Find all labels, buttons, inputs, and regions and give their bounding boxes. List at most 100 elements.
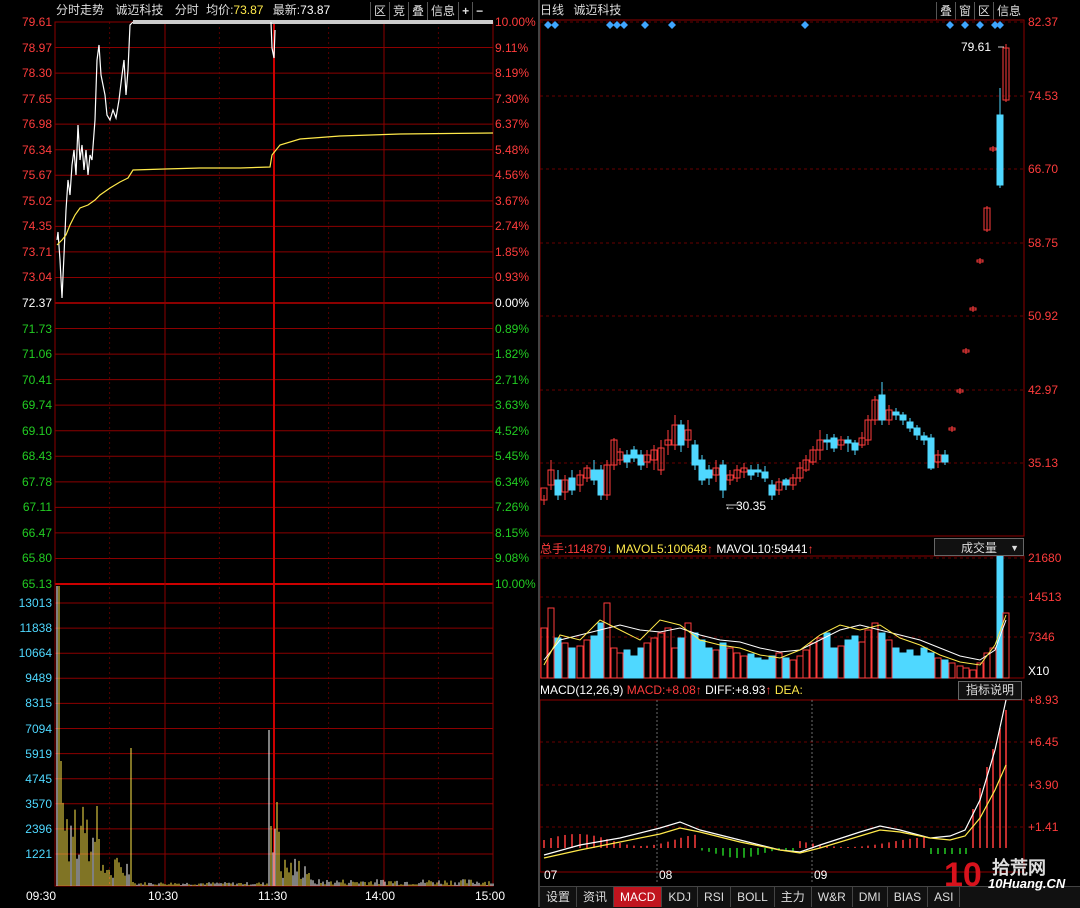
event-marker-icon <box>544 21 552 29</box>
month-label: 07 <box>544 868 558 882</box>
volume-bar <box>823 632 831 679</box>
volume-bar <box>796 655 804 679</box>
candle-body <box>920 435 928 441</box>
volume-bar <box>941 659 949 679</box>
candle-body <box>927 437 935 469</box>
candle-body <box>747 469 755 476</box>
candle-body <box>568 477 576 491</box>
candle-body <box>623 454 631 463</box>
kline-price-label: 82.37 <box>1028 15 1059 29</box>
mavol5-label: MAVOL5: <box>615 542 667 556</box>
down-arrow-icon: ↓ <box>606 542 613 556</box>
volume-bar <box>871 622 879 679</box>
mavol10-line <box>543 619 1007 661</box>
volume-header: 总手:114879↓ MAVOL5:100648↑ MAVOL10:59441↑ <box>540 540 814 557</box>
tab-dmi[interactable]: DMI <box>853 887 888 907</box>
volume-bar <box>892 647 900 679</box>
tab-settings[interactable]: 设置 <box>540 887 578 907</box>
macd-label: MACD: <box>626 683 666 697</box>
volume-bar <box>568 647 576 679</box>
volume-bar <box>789 659 797 679</box>
macd-tick-label: +8.93 <box>1028 693 1059 707</box>
volume-bar <box>554 637 562 679</box>
candle-body <box>554 479 562 496</box>
candle-body <box>823 439 831 443</box>
total-volume-value: 114879 <box>567 542 607 556</box>
volume-bar <box>740 655 748 679</box>
volume-indicator-selected: 成交量 <box>961 541 998 555</box>
volume-bar <box>837 645 845 679</box>
kline-price-label: 42.97 <box>1028 383 1059 397</box>
candle-body <box>698 459 706 481</box>
tab-kdj[interactable]: KDJ <box>662 887 699 907</box>
daily-chart[interactable] <box>0 0 1080 907</box>
macd-tick-label: +6.45 <box>1028 735 1059 749</box>
candle-body <box>630 449 638 459</box>
candle-body <box>590 469 598 481</box>
volume-bar <box>906 649 914 679</box>
total-volume-label: 总手: <box>540 542 568 556</box>
candle-body <box>637 454 645 466</box>
volume-tick-label: 7346 <box>1028 630 1055 644</box>
diff-value: +8.93 <box>735 683 766 697</box>
candle-body <box>705 469 713 479</box>
month-label: 09 <box>814 868 828 882</box>
mavol10-value: 59441 <box>774 542 808 556</box>
volume-bar <box>671 647 679 679</box>
volume-bar <box>830 647 838 679</box>
kline-price-label: 35.13 <box>1028 456 1059 470</box>
macd-value: +8.08 <box>665 683 696 697</box>
indicator-help-button[interactable]: 指标说明 <box>958 681 1022 700</box>
volume-bar <box>878 632 886 679</box>
volume-bar <box>705 647 713 679</box>
volume-bar <box>956 665 964 679</box>
event-marker-icon <box>976 21 984 29</box>
candle-body <box>906 421 914 429</box>
diff-label: DIFF: <box>705 683 736 697</box>
volume-bar <box>610 647 618 679</box>
candle-body <box>782 479 790 486</box>
volume-bar <box>643 642 651 679</box>
volume-bar <box>809 642 817 679</box>
tab-boll[interactable]: BOLL <box>731 887 775 907</box>
volume-bar <box>885 639 893 679</box>
candle-body <box>691 444 699 466</box>
volume-bar <box>927 652 935 679</box>
tab-main-force[interactable]: 主力 <box>775 887 812 907</box>
tab-macd[interactable]: MACD <box>614 887 663 907</box>
tab-bias[interactable]: BIAS <box>888 887 929 907</box>
high-price-annotation: 79.61 <box>961 40 992 54</box>
kline-price-label: 74.53 <box>1028 89 1059 103</box>
up-arrow-icon: ↑ <box>807 542 814 556</box>
candle-body <box>851 442 859 451</box>
volume-bar <box>630 655 638 679</box>
volume-bar <box>597 622 605 679</box>
month-label: 08 <box>659 868 673 882</box>
watermark-text-en: 10Huang.CN <box>988 876 1066 891</box>
volume-indicator-select[interactable]: 成交量 ▼ <box>934 538 1024 556</box>
candle-body <box>677 424 685 446</box>
volume-bar <box>726 647 734 679</box>
candle-body <box>597 469 605 496</box>
volume-bar <box>576 645 584 679</box>
macd-frame <box>539 699 1025 873</box>
volume-bar <box>561 642 569 679</box>
mavol10-label: MAVOL10: <box>716 542 775 556</box>
candle-body <box>878 394 886 421</box>
mavol5-value: 100648 <box>666 542 708 556</box>
macd-params: MACD(12,26,9) <box>540 683 624 697</box>
volume-bar <box>851 635 859 679</box>
tab-rsi[interactable]: RSI <box>698 887 732 907</box>
candle-body <box>754 469 762 473</box>
tab-wr[interactable]: W&R <box>812 887 853 907</box>
watermark-logo: 10 拾荒网 10Huang.CN <box>940 852 1080 892</box>
macd-tick-label: +1.41 <box>1028 820 1059 834</box>
volume-bar <box>664 627 672 679</box>
volume-bar <box>623 649 631 679</box>
up-arrow-icon: ↑ <box>707 542 714 556</box>
volume-bar <box>761 659 769 679</box>
volume-bar <box>969 669 977 679</box>
tab-news[interactable]: 资讯 <box>577 887 615 907</box>
volume-bar <box>677 637 685 679</box>
volume-bar <box>948 662 956 679</box>
